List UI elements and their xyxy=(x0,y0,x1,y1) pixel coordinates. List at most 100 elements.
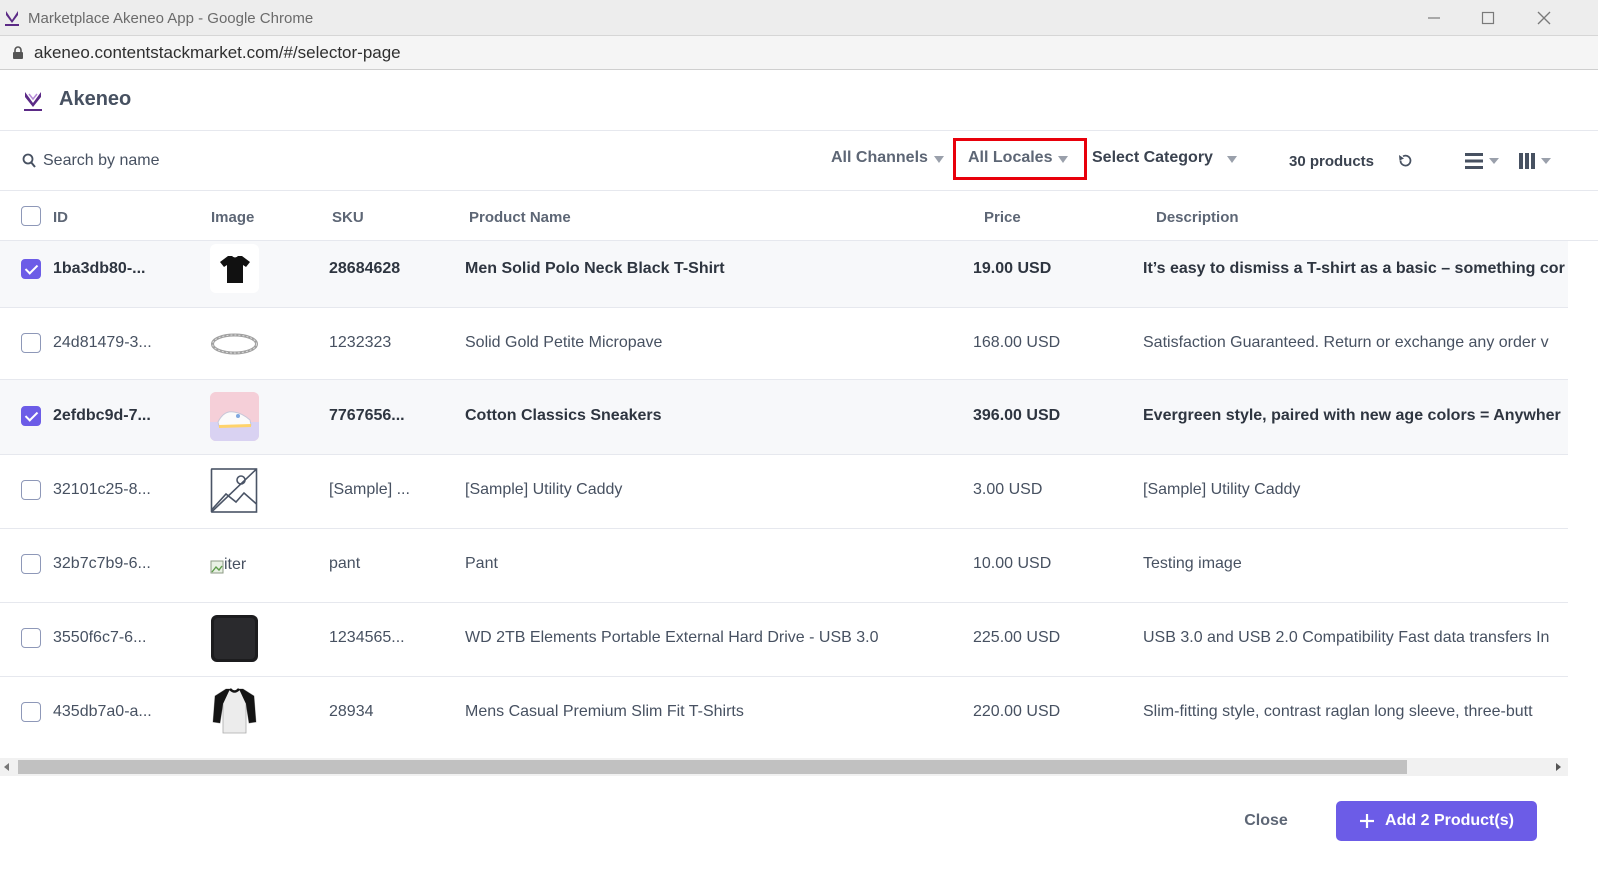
cell-product-name: Cotton Classics Sneakers xyxy=(465,407,662,424)
close-icon xyxy=(1537,11,1551,25)
refresh-icon[interactable] xyxy=(1397,153,1413,169)
minimize-button[interactable] xyxy=(1406,0,1462,36)
column-header-id[interactable]: ID xyxy=(53,209,68,226)
cell-price: 220.00 USD xyxy=(973,703,1061,720)
cell-price: 396.00 USD xyxy=(973,407,1061,424)
table-row[interactable]: 32b7c7b9-6... iter pant Pant 10.00 USD T… xyxy=(0,529,1568,603)
cell-id: 2efdbc9d-7... xyxy=(53,407,151,424)
scroll-left-icon[interactable] xyxy=(4,763,9,771)
category-dropdown-label: Select Category xyxy=(1092,149,1213,166)
address-bar[interactable]: akeneo.contentstackmarket.com/#/selector… xyxy=(0,36,1598,70)
columns-icon xyxy=(1519,153,1535,169)
select-all-checkbox[interactable] xyxy=(21,206,41,226)
product-count: 30 products xyxy=(1289,153,1375,170)
cell-description: [Sample] Utility Caddy xyxy=(1143,481,1301,498)
scroll-right-icon[interactable] xyxy=(1556,763,1561,771)
chevron-down-icon xyxy=(1489,158,1499,164)
lock-icon xyxy=(13,46,23,59)
search-icon xyxy=(22,153,36,168)
product-thumbnail: iter xyxy=(210,540,259,589)
channels-dropdown-label: All Channels xyxy=(831,149,928,166)
row-checkbox[interactable] xyxy=(21,554,41,574)
cell-product-name: Mens Casual Premium Slim Fit T-Shirts xyxy=(465,703,744,720)
cell-id: 435db7a0-a... xyxy=(53,703,152,720)
row-checkbox[interactable] xyxy=(21,259,41,279)
row-checkbox[interactable] xyxy=(21,333,41,353)
silver-ring-icon xyxy=(211,333,258,354)
product-thumbnail xyxy=(210,614,259,663)
black-tshirt-icon xyxy=(219,255,250,283)
cell-product-name: WD 2TB Elements Portable External Hard D… xyxy=(465,629,879,646)
cell-description: USB 3.0 and USB 2.0 Compatibility Fast d… xyxy=(1143,629,1550,646)
cell-id: 3550f6c7-6... xyxy=(53,629,147,646)
search-input[interactable] xyxy=(43,149,343,173)
chevron-down-icon xyxy=(1226,155,1237,163)
cell-description: Slim-fitting style, contrast raglan long… xyxy=(1143,703,1533,720)
cell-sku: 1232323 xyxy=(329,334,392,351)
chevron-down-icon xyxy=(1058,155,1069,163)
cell-description: It’s easy to dismiss a T-shirt as a basi… xyxy=(1143,260,1565,277)
cell-sku: 28684628 xyxy=(329,260,401,277)
close-button[interactable]: Close xyxy=(1236,806,1296,836)
cell-sku: 1234565... xyxy=(329,629,405,646)
product-table-body: 1ba3db80-... 28684628 Men Solid Polo Nec… xyxy=(0,241,1568,758)
column-header-price[interactable]: Price xyxy=(984,209,1021,226)
row-checkbox[interactable] xyxy=(21,406,41,426)
cell-price: 168.00 USD xyxy=(973,334,1061,351)
row-checkbox[interactable] xyxy=(21,480,41,500)
table-row[interactable]: 3550f6c7-6... 1234565... WD 2TB Elements… xyxy=(0,603,1568,677)
maximize-button[interactable] xyxy=(1460,0,1516,36)
row-checkbox[interactable] xyxy=(21,702,41,722)
cell-description: Satisfaction Guaranteed. Return or excha… xyxy=(1143,334,1549,351)
cell-sku: [Sample] ... xyxy=(329,481,410,498)
url-text[interactable]: akeneo.contentstackmarket.com/#/selector… xyxy=(34,43,401,63)
add-products-label: Add 2 Product(s) xyxy=(1385,812,1514,829)
product-thumbnail xyxy=(210,686,259,735)
akeneo-logo-icon xyxy=(24,92,42,111)
list-view-icon xyxy=(1465,153,1483,169)
window-title: Marketplace Akeneo App - Google Chrome xyxy=(28,10,314,27)
broken-image-icon xyxy=(210,560,224,573)
horizontal-scrollbar[interactable] xyxy=(0,758,1568,776)
cell-description: Testing image xyxy=(1143,555,1242,572)
cell-price: 3.00 USD xyxy=(973,481,1043,498)
channels-dropdown[interactable]: All Channels xyxy=(831,149,944,167)
product-thumbnail xyxy=(210,392,259,441)
table-row[interactable]: 32101c25-8... [Sample] ... [Sample] Util… xyxy=(0,455,1568,529)
table-row[interactable]: 24d81479-3... 1232323 Solid Gold Petite … xyxy=(0,308,1568,380)
cell-sku: 7767656... xyxy=(329,407,405,424)
row-checkbox[interactable] xyxy=(21,628,41,648)
app-header: Akeneo xyxy=(0,70,1598,131)
table-row[interactable]: 1ba3db80-... 28684628 Men Solid Polo Nec… xyxy=(0,241,1568,308)
cell-description: Evergreen style, paired with new age col… xyxy=(1143,407,1561,424)
app-brand: Akeneo xyxy=(59,88,132,110)
cell-id: 24d81479-3... xyxy=(53,334,152,351)
cell-price: 10.00 USD xyxy=(973,555,1052,572)
cell-product-name: [Sample] Utility Caddy xyxy=(465,481,623,498)
column-header-product-name[interactable]: Product Name xyxy=(469,209,571,226)
column-header-sku[interactable]: SKU xyxy=(332,209,364,226)
row-density-toggle[interactable] xyxy=(1465,153,1499,169)
locales-dropdown[interactable]: All Locales xyxy=(968,149,1069,167)
chevron-down-icon xyxy=(1541,158,1551,164)
akeneo-app-icon xyxy=(5,11,19,26)
window-close-button[interactable] xyxy=(1516,0,1572,36)
product-thumbnail xyxy=(210,466,259,515)
table-row[interactable]: 435db7a0-a... 28934 Mens Casual Premium … xyxy=(0,677,1568,758)
cell-product-name: Men Solid Polo Neck Black T-Shirt xyxy=(465,260,725,277)
scrollbar-thumb[interactable] xyxy=(18,760,1407,774)
cell-id: 1ba3db80-... xyxy=(53,260,146,277)
cell-price: 225.00 USD xyxy=(973,629,1061,646)
chevron-down-icon xyxy=(933,155,944,163)
cell-price: 19.00 USD xyxy=(973,260,1052,277)
sneakers-icon xyxy=(210,392,259,441)
column-selector-toggle[interactable] xyxy=(1519,153,1551,169)
cell-product-name: Pant xyxy=(465,555,498,572)
column-header-image[interactable]: Image xyxy=(211,209,254,226)
add-products-button[interactable]: Add 2 Product(s) xyxy=(1336,801,1537,841)
column-header-description[interactable]: Description xyxy=(1156,209,1239,226)
category-dropdown[interactable]: Select Category xyxy=(1092,149,1237,167)
maximize-icon xyxy=(1481,11,1495,25)
table-row[interactable]: 2efdbc9d-7... 7767656... Cotton Classics… xyxy=(0,380,1568,455)
product-thumbnail xyxy=(210,244,259,293)
